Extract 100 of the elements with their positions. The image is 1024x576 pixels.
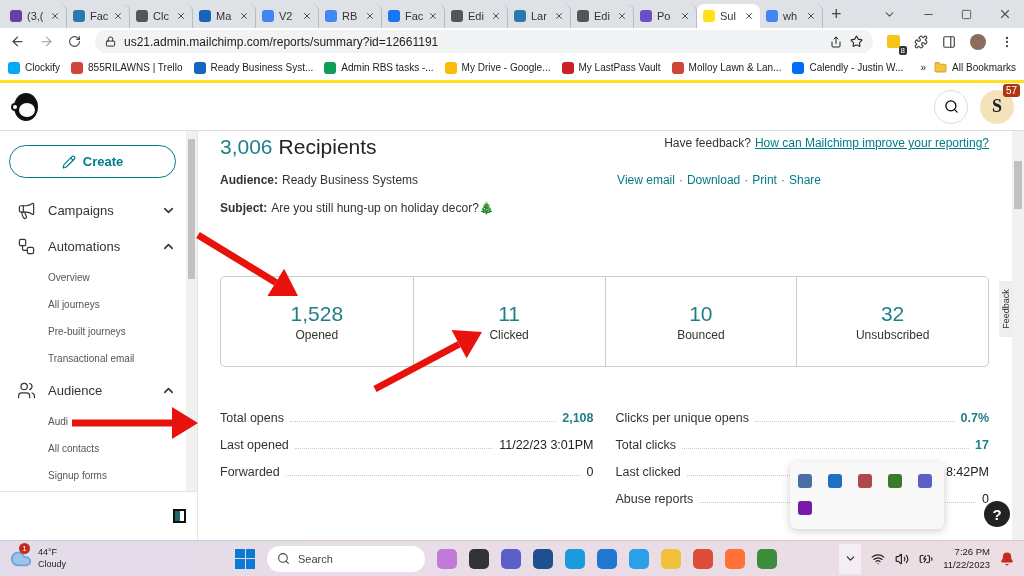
search-field[interactable]: Search — [267, 545, 425, 572]
volume-icon[interactable] — [895, 551, 910, 566]
bookmark[interactable]: Clockify — [8, 61, 60, 74]
temperature: 44°F — [38, 547, 59, 559]
megaphone-icon — [17, 200, 36, 220]
address-field[interactable]: us21.admin.mailchimp.com/reports/summary?id=12661191 — [95, 30, 873, 53]
feedback-prompt: Have feedback? — [664, 136, 751, 150]
close-icon[interactable] — [365, 11, 375, 21]
lock-icon — [105, 36, 116, 47]
profile-avatar[interactable] — [970, 33, 986, 50]
bookmark[interactable]: My Drive - Google... — [444, 61, 551, 74]
close-icon[interactable] — [302, 11, 312, 21]
close-icon[interactable] — [239, 11, 249, 21]
feedback-tab[interactable]: Feedback — [999, 281, 1013, 337]
back-icon[interactable] — [10, 34, 25, 49]
metric-label: Total clicks — [615, 438, 676, 452]
nav-subitem[interactable]: Transactional email — [48, 345, 135, 372]
audience-line: Audience: Ready Business Systems — [220, 173, 419, 187]
wifi-icon[interactable] — [871, 551, 886, 566]
app-icon[interactable] — [501, 548, 521, 569]
metric-value[interactable]: 2,108 — [562, 411, 594, 425]
overflow-button[interactable]: » — [920, 62, 927, 73]
nav-subitem[interactable]: All contacts — [48, 435, 100, 462]
close-icon[interactable] — [998, 7, 1012, 21]
close-icon[interactable] — [680, 11, 690, 21]
start-icon[interactable] — [235, 548, 255, 569]
close-icon[interactable] — [554, 11, 564, 21]
stat-value: 1,528 — [290, 301, 344, 326]
workflow-icon — [17, 236, 36, 256]
separator-dot: · — [678, 173, 683, 187]
metric-value: 8:42PM — [945, 465, 989, 479]
app-icon[interactable] — [533, 548, 553, 569]
recipients-heading: 3,006 Recipients — [220, 135, 377, 159]
action-link[interactable]: Print — [752, 173, 777, 187]
close-icon[interactable] — [617, 11, 627, 21]
create-button[interactable]: Create — [9, 145, 176, 178]
nav-subitem[interactable]: All journeys — [48, 291, 100, 318]
stat-label: Opened — [295, 327, 339, 342]
nav-subitem[interactable]: Pre-built journeys — [48, 318, 126, 345]
separator-dot: · — [744, 173, 749, 187]
tray-toggle-button[interactable] — [839, 543, 862, 574]
close-icon[interactable] — [491, 11, 501, 21]
close-icon[interactable] — [113, 11, 123, 21]
bookmark[interactable]: Calendly - Justin W... — [792, 61, 904, 74]
close-icon[interactable] — [806, 11, 816, 21]
metric-label: Last clicked — [615, 465, 681, 479]
folder-icon — [934, 61, 948, 74]
bookmark-folder[interactable]: All Bookmarks — [934, 61, 1016, 74]
metric-label: Total opens — [220, 411, 284, 425]
star-icon[interactable] — [850, 35, 863, 48]
feedback-link[interactable]: How can Mailchimp improve your reporting? — [754, 136, 989, 150]
metric-value[interactable]: 17 — [975, 438, 989, 452]
notification-badge: 1 — [19, 543, 30, 555]
pencil-icon — [61, 154, 76, 169]
nav-item[interactable]: Audience — [9, 372, 186, 408]
share-icon[interactable] — [830, 35, 842, 48]
nav-subitem[interactable]: Overview — [48, 264, 90, 291]
restore-icon[interactable] — [961, 8, 972, 20]
search-icon — [277, 552, 290, 565]
metric-value[interactable]: 0.7% — [960, 411, 989, 425]
notification-badge: 57 — [1002, 83, 1020, 97]
app-icon[interactable] — [798, 500, 812, 515]
close-icon[interactable] — [176, 11, 186, 21]
metric-label: Clicks per unique opens — [615, 411, 749, 425]
close-icon[interactable] — [428, 11, 438, 21]
browser-tab[interactable]: Sul — [697, 4, 760, 28]
action-link[interactable]: Share — [788, 173, 821, 187]
metric-label: Abuse reports — [615, 492, 694, 506]
metric-value: 0 — [586, 465, 594, 479]
close-icon[interactable] — [50, 11, 60, 21]
nav-subitem[interactable]: Signup forms — [48, 462, 107, 489]
reload-icon[interactable] — [68, 35, 81, 48]
metric-label: Last opened — [220, 438, 289, 452]
nav-item[interactable]: Automations — [9, 228, 186, 264]
close-icon[interactable] — [744, 11, 754, 21]
badge: 8 — [898, 46, 907, 55]
side-panel-icon[interactable] — [942, 34, 956, 49]
bookmark[interactable]: Admin RBS tasks -... — [324, 61, 434, 74]
bell-icon[interactable] — [1000, 551, 1014, 566]
panel-toggle-icon[interactable] — [173, 509, 186, 523]
metric-value: 11/22/23 3:01PM — [499, 438, 594, 452]
bookmark[interactable]: My LastPass Vault — [561, 61, 661, 74]
clock[interactable]: 7:26 PM 11/22/2023 — [943, 545, 990, 572]
stat-label: Bounced — [677, 327, 725, 342]
stat-value: 32 — [880, 301, 905, 326]
bookmark[interactable]: Ready Business Syst... — [193, 61, 314, 74]
stat-label: Clicked — [489, 327, 529, 342]
metric-label: Forwarded — [220, 465, 280, 479]
action-link[interactable]: View email — [617, 173, 675, 187]
new-tab-button[interactable]: + — [823, 4, 850, 28]
subject-line: Subject: Are you still hung-up on holiday decor?🎄 — [220, 201, 494, 215]
bookmark[interactable]: Molloy Lawn & Lan... — [671, 61, 782, 74]
puzzle-icon[interactable] — [914, 34, 928, 49]
nav-item[interactable]: Campaigns — [9, 192, 186, 228]
bookmark[interactable]: 855RILAWNS | Trello — [71, 61, 183, 74]
search-icon — [943, 99, 959, 114]
nav-subitem[interactable]: Audi — [48, 408, 68, 435]
app-icon[interactable] — [469, 548, 489, 569]
action-link[interactable]: Download — [686, 173, 741, 187]
search-button[interactable] — [934, 89, 968, 124]
